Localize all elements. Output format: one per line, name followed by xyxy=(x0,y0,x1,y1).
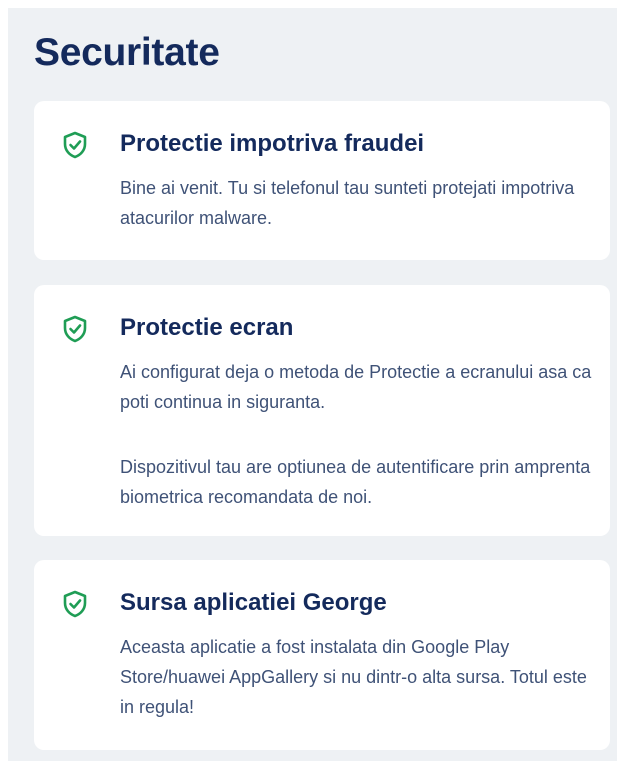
security-screen: Securitate Protectie impotriva fraudei B… xyxy=(8,8,617,761)
card-text: Aceasta aplicatie a fost instalata din G… xyxy=(120,637,587,717)
shield-check-icon xyxy=(63,590,87,618)
card-text: Bine ai venit. Tu si telefonul tau sunte… xyxy=(120,178,575,228)
card-title: Protectie ecran xyxy=(120,314,294,341)
card-title: Protectie impotriva fraudei xyxy=(120,130,425,157)
page-title: Securitate xyxy=(34,31,220,74)
card-text: Ai configurat deja o metoda de Protectie… xyxy=(120,362,592,412)
card-text: Dispozitivul tau are optiunea de autenti… xyxy=(120,457,591,507)
security-card-app-source: Sursa aplicatiei George Aceasta aplicati… xyxy=(34,560,610,750)
shield-check-icon xyxy=(63,315,87,343)
shield-check-icon xyxy=(63,131,87,159)
security-card-screen-protection: Protectie ecran Ai configurat deja o met… xyxy=(34,285,610,536)
security-card-fraud-protection: Protectie impotriva fraudei Bine ai veni… xyxy=(34,101,610,260)
card-title: Sursa aplicatiei George xyxy=(120,589,387,616)
